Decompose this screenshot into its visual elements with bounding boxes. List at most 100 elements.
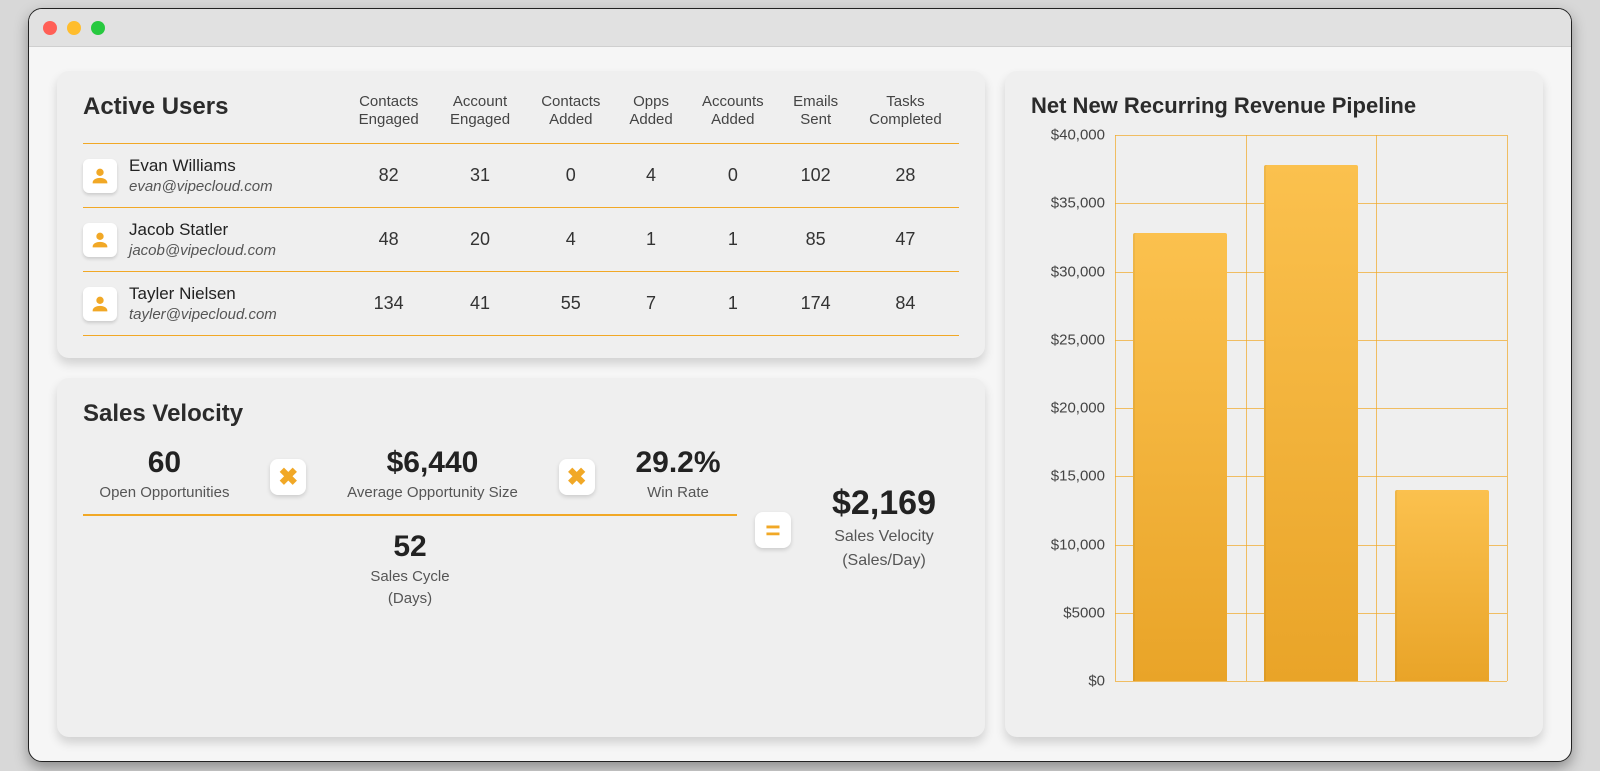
velocity-value: $2,169 [809, 484, 959, 523]
avatar [83, 159, 117, 193]
column-header: EmailsSent [780, 93, 852, 144]
pipeline-card: Net New Recurring Revenue Pipeline $0 $50… [1005, 71, 1543, 737]
y-tick-label: $30,000 [1051, 263, 1105, 280]
open-opps-label: Open Opportunities [99, 484, 229, 502]
close-window-button[interactable] [43, 21, 57, 35]
table-cell: 174 [780, 272, 852, 336]
grid-line [1507, 135, 1508, 681]
window-controls [43, 21, 105, 35]
table-row: Jacob Statlerjacob@vipecloud.com48204118… [83, 208, 959, 272]
open-opps-value: 60 [99, 446, 229, 480]
sales-cycle-label-1: Sales Cycle [83, 568, 737, 586]
table-row: Tayler Nielsen tayler@vipecloud.com 134415… [83, 272, 959, 336]
multiply-icon: ✖ [559, 459, 595, 495]
win-rate-value: 29.2% [635, 446, 720, 480]
y-tick-label: $25,000 [1051, 331, 1105, 348]
app-window: Active UsersContactsEngagedAccountEngage… [28, 8, 1572, 762]
user-email: jacob@vipecloud.com [129, 242, 276, 259]
table-cell: 28 [852, 144, 959, 208]
velocity-label-1: Sales Velocity [809, 527, 959, 547]
sales-cycle-value: 52 [83, 530, 737, 564]
y-tick-label: $5000 [1063, 604, 1105, 621]
table-cell: 4 [616, 144, 686, 208]
table-cell: 134 [343, 272, 434, 336]
person-icon [89, 229, 111, 251]
multiply-icon: ✖ [270, 459, 306, 495]
metric-win-rate: 29.2% Win Rate [635, 446, 720, 502]
table-cell: 1 [616, 208, 686, 272]
pipeline-chart: $0$5000$10,000$15,000$20,000$25,000$30,0… [1031, 135, 1517, 681]
table-cell: 0 [526, 144, 616, 208]
table-cell: 20 [434, 208, 525, 272]
table-cell: 48 [343, 208, 434, 272]
chart-bar [1395, 490, 1489, 681]
table-cell: 4 [526, 208, 616, 272]
grid-line [1115, 135, 1507, 136]
minimize-window-button[interactable] [67, 21, 81, 35]
sales-velocity-card: Sales Velocity 60 Open Opportunities ✖ $… [57, 378, 985, 737]
table-cell: 1 [686, 208, 779, 272]
y-tick-label: $20,000 [1051, 400, 1105, 417]
grid-line [1115, 135, 1116, 681]
table-cell: 55 [526, 272, 616, 336]
user-name: Jacob Statler [129, 220, 276, 240]
window-title-bar [29, 9, 1571, 47]
user-email: evan@vipecloud.com [129, 178, 273, 195]
y-tick-label: $35,000 [1051, 195, 1105, 212]
win-rate-label: Win Rate [635, 484, 720, 502]
table-cell: 7 [616, 272, 686, 336]
active-users-card: Active UsersContactsEngagedAccountEngage… [57, 71, 985, 358]
grid-line [1376, 135, 1377, 681]
person-icon [89, 165, 111, 187]
metric-open-opps: 60 Open Opportunities [99, 446, 229, 502]
y-tick-label: $15,000 [1051, 468, 1105, 485]
user-email: tayler@vipecloud.com [129, 306, 277, 323]
fraction-bar [83, 514, 737, 516]
chart-bar [1264, 165, 1358, 681]
grid-line [1115, 681, 1507, 682]
table-cell: 85 [780, 208, 852, 272]
user-name: Tayler Nielsen [129, 284, 277, 304]
user-cell: Evan Williams evan@vipecloud.com [83, 156, 337, 195]
zoom-window-button[interactable] [91, 21, 105, 35]
table-cell: 47 [852, 208, 959, 272]
y-tick-label: $10,000 [1051, 536, 1105, 553]
table-cell: 82 [343, 144, 434, 208]
column-header: AccountsAdded [686, 93, 779, 144]
table-cell: 1 [686, 272, 779, 336]
user-cell: Tayler Nielsen tayler@vipecloud.com [83, 284, 337, 323]
velocity-fraction: 60 Open Opportunities ✖ $6,440 Average O… [83, 446, 737, 608]
active-users-title: Active Users [83, 93, 337, 122]
column-header: TasksCompleted [852, 93, 959, 144]
table-cell: 102 [780, 144, 852, 208]
table-cell: 31 [434, 144, 525, 208]
user-name: Evan Williams [129, 156, 273, 176]
metric-sales-cycle: 52 Sales Cycle (Days) [83, 530, 737, 608]
avatar [83, 223, 117, 257]
column-header: ContactsAdded [526, 93, 616, 144]
chart-bar [1133, 233, 1227, 681]
user-cell: Jacob Statler jacob@vipecloud.com [83, 220, 337, 259]
active-users-table: Active UsersContactsEngagedAccountEngage… [83, 93, 959, 336]
velocity-result: $2,169 Sales Velocity (Sales/Day) [809, 484, 959, 571]
avatar [83, 287, 117, 321]
sales-velocity-title: Sales Velocity [83, 400, 959, 428]
y-tick-label: $0 [1088, 673, 1105, 690]
table-cell: 0 [686, 144, 779, 208]
table-cell: 41 [434, 272, 525, 336]
y-tick-label: $40,000 [1051, 127, 1105, 144]
pipeline-title: Net New Recurring Revenue Pipeline [1031, 93, 1517, 119]
avg-size-label: Average Opportunity Size [347, 484, 518, 502]
avg-size-value: $6,440 [347, 446, 518, 480]
column-header: ContactsEngaged [343, 93, 434, 144]
grid-line [1246, 135, 1247, 681]
sales-cycle-label-2: (Days) [83, 590, 737, 608]
table-row: Evan Williamsevan@vipecloud.com823104010… [83, 144, 959, 208]
velocity-label-2: (Sales/Day) [809, 551, 959, 571]
column-header: AccountEngaged [434, 93, 525, 144]
equals-icon: = [755, 512, 791, 548]
person-icon [89, 293, 111, 315]
table-cell: 84 [852, 272, 959, 336]
metric-avg-size: $6,440 Average Opportunity Size [347, 446, 518, 502]
column-header: OppsAdded [616, 93, 686, 144]
